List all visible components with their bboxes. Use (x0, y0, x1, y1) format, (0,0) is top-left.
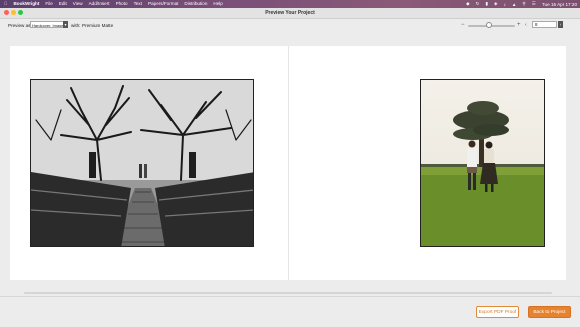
horizontal-scrollbar[interactable] (24, 292, 552, 294)
menu-help[interactable]: Help (213, 1, 222, 6)
macos-menubar:  BookWright File Edit View Add/Insert P… (0, 0, 580, 8)
menu-view[interactable]: View (73, 1, 83, 6)
back-to-project-button[interactable]: Back to Project (528, 306, 571, 318)
status-volume-icon[interactable]: ♪ (504, 2, 506, 7)
page-number-input[interactable]: 8 (532, 21, 557, 28)
paper-finish-value: Premium Matte (82, 23, 114, 28)
window-titlebar: Preview Your Project (0, 8, 580, 19)
menu-add-insert[interactable]: Add/Insert (89, 1, 110, 6)
status-sync-icon[interactable]: ↻ (476, 1, 480, 7)
export-pdf-proof-button[interactable]: Export PDF Proof (476, 306, 519, 318)
zoom-out-icon[interactable]: − (461, 22, 465, 28)
menu-papers-format[interactable]: Papers/Format (148, 1, 178, 6)
right-page-photo[interactable] (420, 79, 545, 247)
status-search-icon[interactable]: ⚲ (522, 1, 525, 7)
book-spread (10, 46, 566, 280)
status-shield-icon[interactable]: ◈ (494, 1, 498, 7)
status-dropbox-icon[interactable]: ◆ (466, 1, 470, 7)
chevron-down-icon[interactable]: ▾ (63, 21, 68, 28)
menu-photo[interactable]: Photo (116, 1, 128, 6)
previous-page-icon[interactable]: ‹ (525, 22, 527, 28)
preview-toolbar: Preview as Hardcover, ImageWrap ▾ with: … (0, 19, 580, 32)
menubar-clock[interactable]: Tue 15 Apr 17:20 (542, 2, 577, 7)
menu-distribution[interactable]: Distribution (184, 1, 207, 6)
menu-app-name[interactable]: BookWright (13, 1, 39, 6)
zoom-in-icon[interactable]: + (517, 22, 521, 28)
zoom-slider-knob[interactable] (486, 22, 493, 28)
apple-icon[interactable]:  (4, 1, 7, 6)
dialog-footer: Export PDF Proof Back to Project (0, 296, 580, 327)
spread-gutter (288, 46, 289, 280)
status-battery-icon[interactable]: ▮ (486, 1, 489, 7)
status-wifi-icon[interactable]: ▲ (512, 2, 517, 7)
status-control-center-icon[interactable]: ☰ (532, 1, 536, 7)
menu-edit[interactable]: Edit (59, 1, 67, 6)
page-stepper-button[interactable]: › (558, 21, 563, 28)
with-label: with: (71, 23, 81, 28)
window-title: Preview Your Project (265, 10, 315, 16)
preview-canvas (0, 33, 580, 290)
left-page-photo[interactable] (30, 79, 254, 247)
preview-as-label: Preview as (8, 23, 31, 28)
menu-text[interactable]: Text (134, 1, 142, 6)
menu-file[interactable]: File (45, 1, 52, 6)
